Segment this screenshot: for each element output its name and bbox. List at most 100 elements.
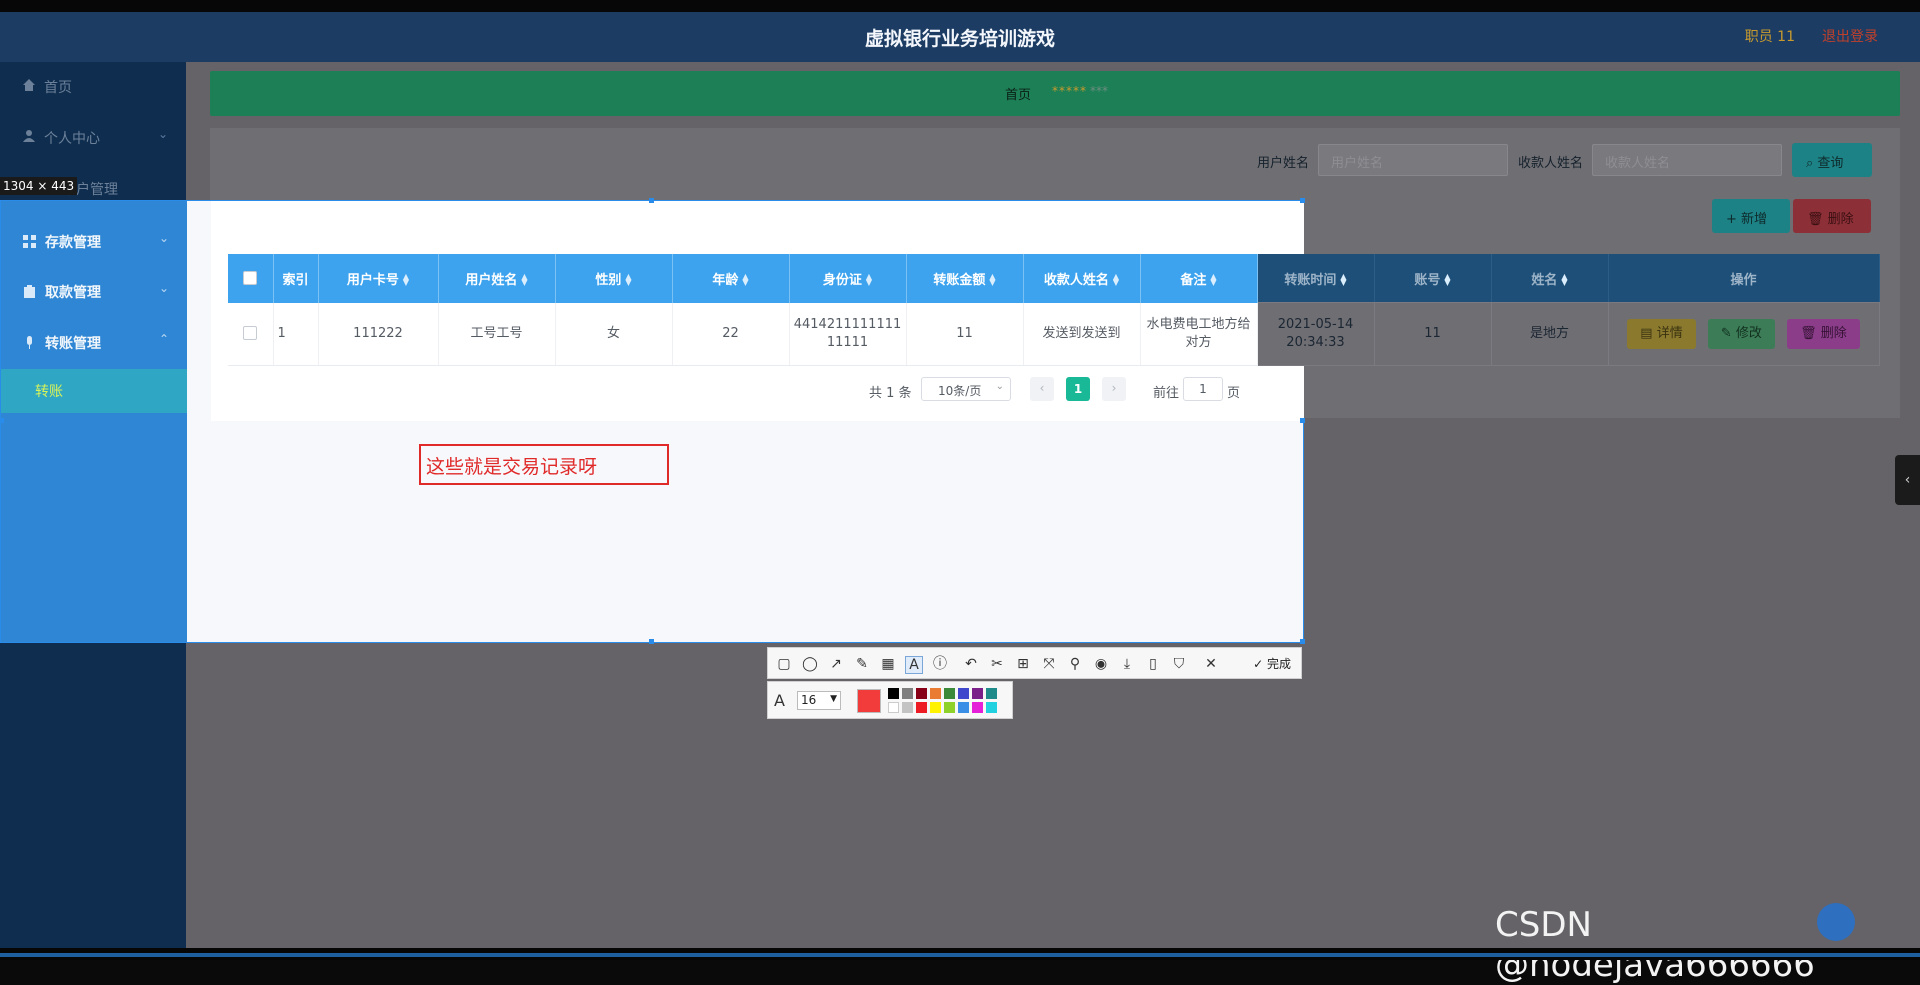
sort-icon[interactable]: ▲ ▼ [1444, 273, 1450, 287]
user-icon [23, 130, 35, 142]
sidebar-subitem-transfer[interactable]: 转账 [1, 369, 187, 413]
col-time[interactable]: 转账时间 ▲ ▼ [1257, 254, 1375, 303]
color-swatch[interactable] [930, 688, 941, 699]
rectangle-tool-icon[interactable]: ▢ [776, 656, 792, 672]
chevron-down-icon: ⌄ [157, 127, 168, 141]
collapse-panel-button[interactable]: ‹ [1895, 455, 1920, 505]
sort-icon[interactable]: ▲ ▼ [1113, 273, 1119, 287]
col-holder[interactable]: 姓名 ▲ ▼ [1491, 254, 1609, 303]
color-swatch[interactable] [986, 688, 997, 699]
col-gender[interactable]: 性别 ▲ ▼ [555, 254, 673, 303]
sort-icon[interactable]: ▲ ▼ [866, 273, 872, 287]
resize-handle-left[interactable] [0, 418, 4, 423]
prev-page-button[interactable]: ‹ [1030, 377, 1054, 401]
resize-handle-bottom[interactable] [649, 639, 654, 644]
col-amount[interactable]: 转账金额 ▲ ▼ [906, 254, 1024, 303]
current-color-swatch[interactable] [857, 689, 881, 713]
sort-icon[interactable]: ▲ ▼ [742, 273, 748, 287]
number-tool-icon[interactable]: ⓘ [932, 656, 948, 672]
arrow-tool-icon[interactable]: ↗ [828, 656, 844, 672]
col-card[interactable]: 用户卡号 ▲ ▼ [318, 254, 439, 303]
color-swatch[interactable] [930, 702, 941, 713]
row-checkbox[interactable] [243, 326, 258, 341]
video-progress-bar[interactable] [0, 953, 1920, 957]
color-swatch[interactable] [972, 702, 983, 713]
close-icon[interactable]: ✕ [1203, 656, 1219, 672]
delete-row-button[interactable]: 🗑 删除 [1787, 319, 1860, 349]
resize-handle-bottom-right[interactable] [1300, 639, 1305, 644]
scroll-capture-icon[interactable]: ⤧ [1041, 656, 1057, 672]
color-swatch[interactable] [944, 688, 955, 699]
cell-payee: 发送到发送到 [1023, 302, 1141, 366]
page-size-select[interactable]: 10条/页 ⌄ [921, 377, 1011, 401]
undo-icon[interactable]: ↶ [963, 656, 979, 672]
color-swatch[interactable] [986, 702, 997, 713]
edit-button[interactable]: ✎ 修改 [1707, 319, 1775, 349]
breadcrumb-home[interactable]: 首页 [1005, 84, 1031, 103]
payee-name-input[interactable]: 收款人姓名 [1592, 144, 1782, 176]
color-swatch[interactable] [888, 702, 899, 713]
color-swatch[interactable] [916, 702, 927, 713]
user-name-input[interactable]: 用户姓名 [1318, 144, 1508, 176]
text-tool-icon[interactable]: A [905, 656, 923, 674]
search-button[interactable]: ⌕ 查询 [1792, 143, 1872, 177]
sort-icon[interactable]: ▲ ▼ [625, 273, 631, 287]
col-account[interactable]: 账号 ▲ ▼ [1374, 254, 1492, 303]
sort-icon[interactable]: ▲ ▼ [403, 273, 409, 287]
phone-icon[interactable]: ▯ [1145, 656, 1161, 672]
grid-icon [23, 235, 36, 248]
record-icon[interactable]: ◉ [1093, 656, 1109, 672]
sort-icon[interactable]: ▲ ▼ [521, 273, 527, 287]
color-swatch[interactable] [944, 702, 955, 713]
goto-page-input[interactable]: 1 [1183, 377, 1223, 401]
resize-handle-top[interactable] [649, 198, 654, 203]
ocr-icon[interactable]: ⊞ [1015, 656, 1031, 672]
table-row[interactable]: 1 111222 工号工号 女 22 441421111111111111 11… [228, 302, 1880, 366]
color-swatch[interactable] [902, 688, 913, 699]
col-name[interactable]: 用户姓名 ▲ ▼ [438, 254, 556, 303]
row-select-cell[interactable] [228, 302, 274, 366]
pen-tool-icon[interactable]: ✎ [854, 656, 870, 672]
sidebar-item-profile[interactable]: 个人中心 ⌄ [0, 113, 186, 163]
scissors-icon[interactable]: ✂ [989, 656, 1005, 672]
sidebar-item-transfer[interactable]: 转账管理 ⌃ [1, 318, 187, 368]
color-swatch[interactable] [958, 688, 969, 699]
ellipse-tool-icon[interactable]: ◯ [802, 656, 818, 672]
bookmark-icon[interactable]: ⛉ [1171, 656, 1187, 672]
color-swatch[interactable] [902, 702, 913, 713]
sort-icon[interactable]: ▲ ▼ [1340, 273, 1346, 287]
page-1-button[interactable]: 1 [1066, 377, 1090, 401]
sidebar-item-deposit[interactable]: 存款管理 ⌄ [1, 217, 187, 267]
col-remark[interactable]: 备注 ▲ ▼ [1140, 254, 1258, 303]
detail-button[interactable]: ▤ 详情 [1627, 319, 1696, 349]
col-payee[interactable]: 收款人姓名 ▲ ▼ [1023, 254, 1141, 303]
color-swatch[interactable] [888, 688, 899, 699]
select-all-cell[interactable] [228, 254, 274, 303]
col-age[interactable]: 年龄 ▲ ▼ [672, 254, 790, 303]
sort-icon[interactable]: ▲ ▼ [1561, 273, 1567, 287]
chevron-left-icon: ‹ [1904, 472, 1911, 488]
resize-handle-right[interactable] [1300, 418, 1305, 423]
home-icon [23, 79, 35, 91]
download-icon[interactable]: ⤓ [1119, 656, 1135, 672]
pin-icon[interactable]: ⚲ [1067, 656, 1083, 672]
color-swatch[interactable] [972, 688, 983, 699]
sidebar-item-home[interactable]: 首页 [0, 62, 186, 112]
sidebar-item-withdraw[interactable]: 取款管理 ⌄ [1, 267, 187, 317]
add-button[interactable]: + 新增 [1712, 199, 1790, 233]
col-id-card[interactable]: 身份证 ▲ ▼ [789, 254, 907, 303]
mosaic-tool-icon[interactable]: ▦ [880, 656, 896, 672]
text-annotation[interactable]: 这些就是交易记录呀 [419, 444, 669, 485]
sort-icon[interactable]: ▲ ▼ [989, 273, 995, 287]
color-swatch[interactable] [916, 688, 927, 699]
font-size-select[interactable]: 16 ▼ [797, 691, 841, 710]
next-page-button[interactable]: › [1102, 377, 1126, 401]
color-swatch[interactable] [958, 702, 969, 713]
delete-selected-button[interactable]: 🗑 删除 [1793, 199, 1871, 233]
logout-link[interactable]: 退出登录 [1822, 26, 1878, 46]
sidebar-subitem-label: 转账 [35, 384, 63, 400]
sort-icon[interactable]: ▲ ▼ [1210, 273, 1216, 287]
select-all-checkbox[interactable] [243, 271, 258, 286]
resize-handle-top-right[interactable] [1300, 198, 1305, 203]
done-button[interactable]: ✓ 完成 [1253, 655, 1291, 672]
